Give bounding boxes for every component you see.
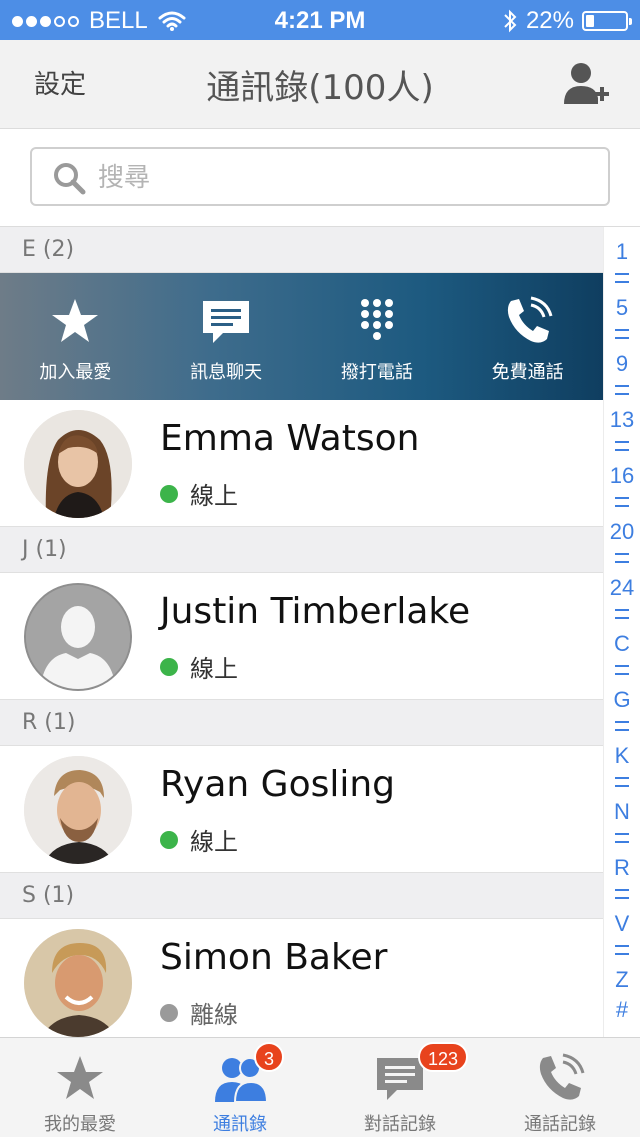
phone-icon bbox=[539, 1053, 585, 1100]
contact-action-bar: 加入最愛 訊息聊天 撥打電話 免費通話 bbox=[0, 273, 603, 400]
status-dot bbox=[160, 830, 178, 849]
tab-chats[interactable]: 123 對話記錄 bbox=[320, 1038, 480, 1137]
add-favorite-button[interactable]: 加入最愛 bbox=[0, 273, 151, 400]
index-separator bbox=[615, 273, 629, 283]
index-separator bbox=[615, 553, 629, 563]
free-call-button[interactable]: 免費通話 bbox=[452, 273, 603, 400]
index-separator bbox=[615, 329, 629, 339]
index-letter[interactable]: # bbox=[616, 995, 628, 1025]
status-dot bbox=[160, 1003, 178, 1022]
index-letter[interactable]: K bbox=[615, 741, 630, 771]
index-letter[interactable]: 20 bbox=[610, 517, 634, 547]
index-letter[interactable]: 9 bbox=[616, 349, 628, 379]
chat-button[interactable]: 訊息聊天 bbox=[151, 273, 302, 400]
contact-status: 線上 bbox=[160, 649, 238, 684]
section-header-s: S (1) bbox=[0, 873, 603, 919]
tab-call-log[interactable]: 通話記錄 bbox=[480, 1038, 640, 1137]
contact-status: 離線 bbox=[160, 995, 238, 1030]
index-separator bbox=[615, 945, 629, 955]
page-title: 通訊錄(100人) bbox=[206, 68, 434, 108]
contact-name: Ryan Gosling bbox=[160, 764, 396, 805]
bluetooth-icon bbox=[504, 9, 517, 33]
star-icon bbox=[52, 299, 99, 342]
action-label: 訊息聊天 bbox=[190, 362, 263, 383]
status-label: 離線 bbox=[190, 1001, 238, 1029]
action-label: 加入最愛 bbox=[39, 362, 112, 383]
section-header-e: E (2) bbox=[0, 227, 603, 273]
action-label: 免費通話 bbox=[491, 362, 564, 383]
index-separator bbox=[615, 665, 629, 675]
index-letter[interactable]: Z bbox=[615, 965, 628, 995]
index-letter[interactable]: 13 bbox=[610, 405, 634, 435]
status-label: 線上 bbox=[190, 655, 238, 683]
status-dot bbox=[160, 657, 178, 676]
index-separator bbox=[615, 777, 629, 787]
index-separator bbox=[615, 833, 629, 843]
contact-row[interactable]: Ryan Gosling 線上 bbox=[0, 746, 603, 873]
status-dot bbox=[160, 484, 178, 503]
section-header-j: J (1) bbox=[0, 527, 603, 573]
section-header-r: R (1) bbox=[0, 700, 603, 746]
avatar bbox=[24, 756, 132, 864]
index-separator bbox=[615, 497, 629, 507]
index-letter[interactable]: 1 bbox=[616, 237, 628, 267]
keypad-icon bbox=[360, 299, 393, 340]
chats-badge: 123 bbox=[418, 1042, 469, 1072]
contact-status: 線上 bbox=[160, 822, 238, 857]
tab-label: 通訊錄 bbox=[213, 1114, 267, 1135]
avatar bbox=[24, 410, 132, 518]
dial-button[interactable]: 撥打電話 bbox=[302, 273, 453, 400]
index-letter[interactable]: N bbox=[614, 797, 630, 827]
alphabet-index[interactable]: 1 5 9 13 16 20 24 C G K N R V Z # bbox=[603, 227, 640, 1037]
action-label: 撥打電話 bbox=[340, 362, 413, 383]
index-letter[interactable]: V bbox=[615, 909, 630, 939]
chat-icon bbox=[203, 301, 250, 343]
contact-name: Emma Watson bbox=[160, 418, 420, 459]
contact-list: E (2) 加入最愛 訊息聊天 撥打電話 免費通話 Emma Watson 線上… bbox=[0, 227, 603, 1046]
tab-label: 對話記錄 bbox=[364, 1114, 436, 1135]
star-icon bbox=[57, 1056, 103, 1099]
nav-bar: 設定 通訊錄(100人) bbox=[0, 40, 640, 129]
index-letter[interactable]: 16 bbox=[610, 461, 634, 491]
battery-percent: 22% bbox=[525, 7, 574, 34]
index-letter[interactable]: 5 bbox=[616, 293, 628, 323]
index-separator bbox=[615, 721, 629, 731]
search-area bbox=[0, 129, 640, 227]
avatar bbox=[24, 583, 132, 691]
search-input[interactable] bbox=[96, 157, 600, 199]
status-bar: BELL 4:21 PM 22% bbox=[0, 0, 640, 40]
avatar bbox=[24, 929, 132, 1037]
index-separator bbox=[615, 385, 629, 395]
contact-name: Simon Baker bbox=[160, 937, 388, 978]
phone-icon bbox=[507, 296, 553, 343]
battery-icon bbox=[582, 11, 632, 31]
tab-bar: 我的最愛 3 通訊錄 123 對話記錄 通話記錄 bbox=[0, 1037, 640, 1137]
default-avatar-icon bbox=[26, 585, 130, 689]
index-separator bbox=[615, 441, 629, 451]
status-label: 線上 bbox=[190, 828, 238, 856]
index-letter[interactable]: R bbox=[614, 853, 630, 883]
index-letter[interactable]: 24 bbox=[610, 573, 634, 603]
tab-contacts[interactable]: 3 通訊錄 bbox=[160, 1038, 320, 1137]
search-icon bbox=[54, 163, 86, 195]
add-contact-icon[interactable] bbox=[562, 58, 610, 110]
index-letter[interactable]: C bbox=[614, 629, 630, 659]
contact-status: 線上 bbox=[160, 476, 238, 511]
contacts-badge: 3 bbox=[254, 1042, 285, 1072]
contact-row[interactable]: Justin Timberlake 線上 bbox=[0, 573, 603, 700]
index-separator bbox=[615, 889, 629, 899]
tab-label: 通話記錄 bbox=[524, 1114, 596, 1135]
contact-row[interactable]: Emma Watson 線上 bbox=[0, 400, 603, 527]
index-separator bbox=[615, 609, 629, 619]
status-label: 線上 bbox=[190, 482, 238, 510]
index-letter[interactable]: G bbox=[613, 685, 630, 715]
tab-favorites[interactable]: 我的最愛 bbox=[0, 1038, 160, 1137]
contact-row[interactable]: Simon Baker 離線 bbox=[0, 919, 603, 1046]
search-box[interactable] bbox=[30, 147, 610, 206]
tab-label: 我的最愛 bbox=[44, 1114, 116, 1135]
contact-name: Justin Timberlake bbox=[160, 591, 471, 632]
